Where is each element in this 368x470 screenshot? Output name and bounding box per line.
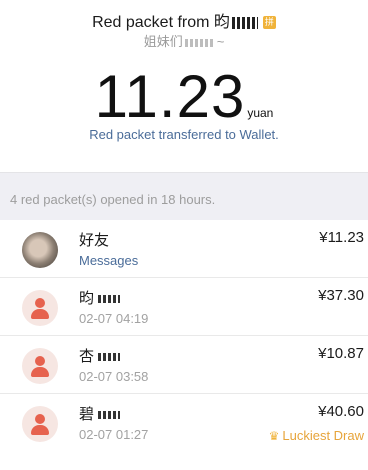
lucky-badge-icon: 拼: [262, 16, 276, 30]
recipient-amount: ¥37.30: [318, 287, 364, 304]
title-text: Red packet from 昀: [92, 14, 230, 31]
redacted-name: [231, 16, 258, 29]
open-summary: 4 red packet(s) opened in 18 hours.: [0, 190, 368, 220]
open-time: 02-07 03:58: [79, 369, 149, 384]
luckiest-draw-badge: ♛ Luckiest Draw: [269, 428, 364, 443]
default-user-icon[interactable]: [22, 348, 58, 384]
luckiest-draw-label: Luckiest Draw: [282, 428, 364, 443]
recipient-amount: ¥11.23: [319, 229, 364, 246]
wish-suffix: ~: [216, 34, 225, 49]
open-time: 02-07 01:27: [79, 427, 149, 442]
red-packet-header: Red packet from 昀 拼 姐妹们 ~ 11.23 yuan Red pa…: [0, 0, 368, 172]
page-title: Red packet from 昀 拼: [0, 8, 368, 32]
redacted-wish: [184, 38, 215, 47]
section-divider: [0, 172, 368, 190]
recipient-name: 好友: [79, 232, 110, 249]
currency-unit: yuan: [247, 106, 274, 120]
recipient-name-text: 杏: [79, 348, 95, 365]
recipient-amount: ¥40.60: [318, 403, 364, 420]
crown-icon: ♛: [268, 429, 280, 443]
list-item[interactable]: 昀 02-07 04:19 ¥37.30: [0, 278, 368, 336]
default-user-icon[interactable]: [22, 406, 58, 442]
transferred-to-wallet-link[interactable]: Red packet transferred to Wallet.: [0, 127, 368, 142]
recipient-list: 好友 Messages ¥11.23 昀 02-07 04:19 ¥37.30 …: [0, 220, 368, 452]
open-time: 02-07 04:19: [79, 311, 149, 326]
list-item[interactable]: 杏 02-07 03:58 ¥10.87: [0, 336, 368, 394]
recipient-name: 杏: [79, 345, 121, 366]
redacted-name: [98, 353, 121, 362]
recipient-amount: ¥10.87: [318, 345, 364, 362]
wish-text: 姐妹们: [143, 34, 183, 49]
recipient-name-text: 昀: [79, 290, 95, 307]
messages-link[interactable]: Messages: [79, 253, 138, 268]
wish-message: 姐妹们 ~: [0, 31, 368, 50]
recipient-name-text: 碧: [79, 406, 95, 423]
default-user-icon[interactable]: [22, 290, 58, 326]
redacted-name: [98, 411, 121, 420]
amount-display: 11.23 yuan: [0, 62, 368, 131]
recipient-name: 昀: [79, 287, 121, 308]
received-amount: 11.23: [94, 63, 246, 130]
recipient-name: 碧: [79, 403, 121, 424]
redacted-name: [98, 295, 121, 304]
list-item[interactable]: 好友 Messages ¥11.23: [0, 220, 368, 278]
cat-photo-avatar[interactable]: [22, 232, 58, 268]
list-item[interactable]: 碧 02-07 01:27 ¥40.60 ♛ Luckiest Draw: [0, 394, 368, 452]
